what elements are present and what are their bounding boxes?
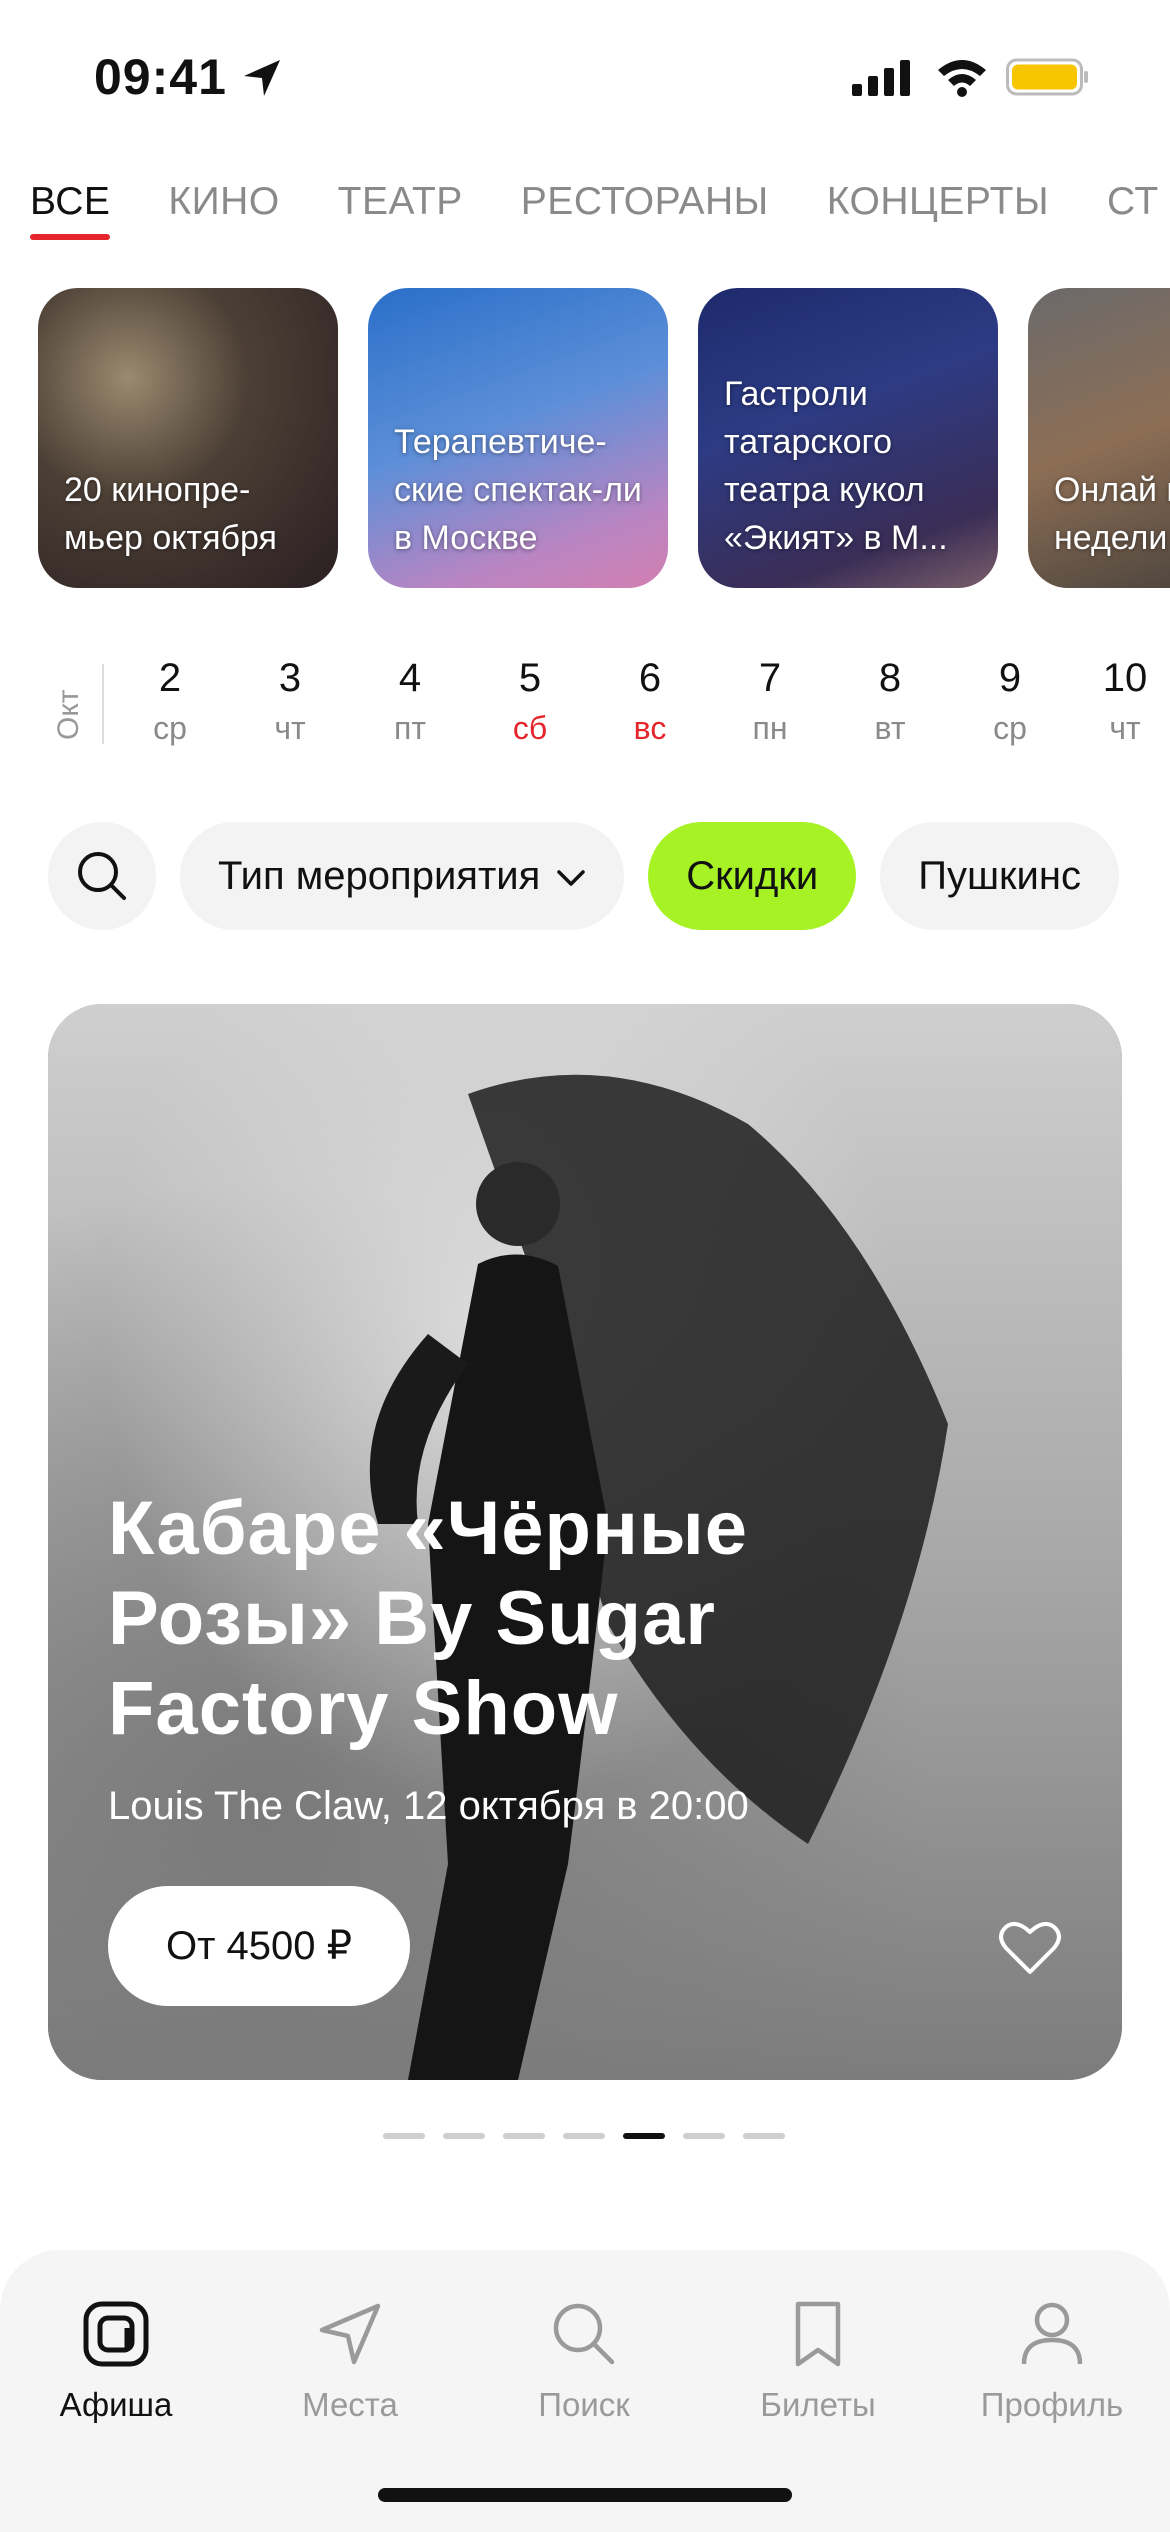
day-number: 7 — [758, 656, 782, 700]
status-time: 09:41 — [94, 49, 227, 105]
story-title: Терапевтиче-ские спектак-ли в Москве — [394, 423, 642, 557]
calendar-day[interactable]: 8 вт — [845, 650, 935, 750]
pager-dot-active[interactable] — [623, 2133, 665, 2139]
day-number: 8 — [878, 656, 902, 700]
search-icon — [78, 852, 126, 900]
nav-label: Профиль — [980, 2386, 1124, 2423]
tab-all[interactable]: ВСЕ — [30, 180, 111, 240]
calendar-day[interactable]: 10 чт — [1085, 650, 1165, 750]
day-number: 2 — [158, 656, 182, 700]
profile-icon — [1021, 2302, 1083, 2365]
calendar-day[interactable]: 6 вс — [605, 650, 695, 750]
calendar-day[interactable]: 4 пт — [365, 650, 455, 750]
story-card[interactable]: Онлай премь недели — [1028, 288, 1170, 588]
story-card[interactable]: 20 кинопре-мьер октября — [38, 288, 338, 588]
day-weekday: чт — [1109, 710, 1141, 746]
pager-dot[interactable] — [743, 2133, 785, 2139]
calendar-day[interactable]: 2 ср — [125, 650, 215, 750]
event-venue-date: Louis The Claw, 12 октября в 20:00 — [108, 1784, 749, 1828]
nav-label: Афиша — [59, 2386, 173, 2423]
calendar-day[interactable]: 9 ср — [965, 650, 1055, 750]
search-icon — [553, 2303, 615, 2365]
heart-icon[interactable] — [998, 1920, 1062, 1976]
nav-label: Места — [302, 2386, 398, 2423]
day-number: 4 — [398, 656, 422, 700]
nav-search[interactable]: Поиск — [484, 2300, 684, 2424]
day-number: 3 — [278, 656, 302, 700]
story-title: 20 кинопре-мьер октября — [64, 471, 277, 557]
discounts-chip[interactable]: Скидки — [648, 822, 857, 930]
nav-tickets[interactable]: Билеты — [718, 2300, 918, 2424]
price-button[interactable]: От 4500 ₽ — [108, 1886, 411, 2006]
day-weekday: вс — [633, 710, 667, 746]
filter-chips: Тип мероприятия Скидки Пушкинс — [48, 822, 1170, 930]
day-weekday: вт — [874, 710, 906, 746]
pager-dot[interactable] — [683, 2133, 725, 2139]
calendar-divider — [102, 664, 104, 744]
day-number: 10 — [1102, 656, 1148, 700]
event-type-label: Тип мероприятия — [218, 854, 541, 898]
story-title: Гастроли татарского театра кукол «Экият»… — [724, 375, 948, 557]
day-weekday: пн — [752, 710, 788, 746]
pager-dot[interactable] — [563, 2133, 605, 2139]
calendar-day[interactable]: 3 чт — [245, 650, 335, 750]
wifi-icon — [938, 60, 986, 97]
day-number: 9 — [998, 656, 1022, 700]
filter-search-button[interactable] — [48, 822, 156, 930]
status-bar: 09:41 — [0, 0, 1170, 150]
day-weekday: пт — [394, 710, 426, 746]
carousel-pager — [383, 2126, 785, 2139]
nav-profile[interactable]: Профиль — [952, 2300, 1152, 2424]
pager-dot[interactable] — [443, 2133, 485, 2139]
cellular-signal-icon — [852, 60, 910, 96]
day-weekday: чт — [274, 710, 306, 746]
event-type-dropdown[interactable]: Тип мероприятия — [180, 822, 625, 930]
featured-event-card[interactable]: Кабаре «Чёрные Розы» By Sugar Factory Sh… — [48, 1004, 1122, 2080]
nav-label: Билеты — [760, 2386, 876, 2423]
pushkin-card-chip[interactable]: Пушкинс — [880, 822, 1119, 930]
story-card[interactable]: Терапевтиче-ские спектак-ли в Москве — [368, 288, 668, 588]
navigation-arrow-icon — [319, 2303, 381, 2365]
nav-afisha[interactable]: Афиша — [16, 2300, 216, 2424]
home-indicator — [378, 2488, 792, 2502]
category-tabs: ВСЕ КИНО ТЕАТР РЕСТОРАНЫ КОНЦЕРТЫ СТ — [30, 180, 1170, 250]
nav-places[interactable]: Места — [250, 2300, 450, 2424]
day-number: 6 — [638, 656, 662, 700]
pager-dot[interactable] — [383, 2133, 425, 2139]
afisha-logo-icon — [83, 2301, 149, 2367]
location-arrow-icon — [244, 60, 280, 96]
day-number: 5 — [518, 656, 542, 700]
tab-more[interactable]: СТ — [1107, 180, 1159, 240]
tab-restaurants[interactable]: РЕСТОРАНЫ — [521, 180, 769, 240]
tab-concerts[interactable]: КОНЦЕРТЫ — [827, 180, 1049, 240]
event-title: Кабаре «Чёрные Розы» By Sugar Factory Sh… — [108, 1486, 749, 1751]
pager-dot[interactable] — [503, 2133, 545, 2139]
calendar-day[interactable]: 5 сб — [485, 650, 575, 750]
day-weekday: ср — [153, 710, 187, 746]
calendar-day[interactable]: 7 пн — [725, 650, 815, 750]
chevron-down-icon — [557, 870, 586, 887]
tab-cinema[interactable]: КИНО — [168, 180, 279, 240]
stories-carousel: 20 кинопре-мьер октября Терапевтиче-ские… — [38, 288, 1170, 588]
ticket-icon — [795, 2301, 841, 2367]
story-title: Онлай премь недели — [1054, 471, 1170, 557]
calendar-month: Окт — [52, 689, 85, 740]
day-weekday: сб — [512, 710, 548, 746]
tab-theatre[interactable]: ТЕАТР — [338, 180, 463, 240]
day-weekday: ср — [993, 710, 1027, 746]
battery-icon — [1006, 58, 1088, 96]
nav-label: Поиск — [538, 2386, 630, 2423]
story-card[interactable]: Гастроли татарского театра кукол «Экият»… — [698, 288, 998, 588]
